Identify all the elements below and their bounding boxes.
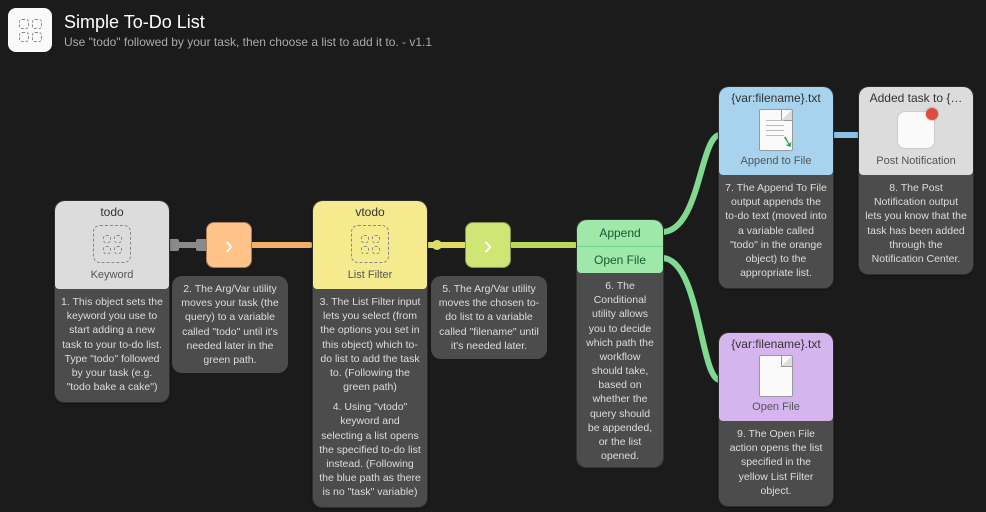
workflow-subtitle: Use "todo" followed by your task, then c… [64,35,432,49]
node-title: todo [59,205,165,219]
post-notification-node[interactable]: Added task to {… Post Notification 8. Th… [858,86,974,275]
node-title: vtodo [317,205,423,219]
keyword-icon [93,225,131,263]
cond-option-openfile[interactable]: Open File [577,246,663,273]
node-caption: Post Notification [863,155,969,169]
transform-icon: › [225,230,234,261]
workflow-icon [8,8,52,52]
argvar-node-2[interactable]: › [465,222,511,268]
node-desc-4: 4. Using "vtodo" keyword and selecting a… [313,398,427,503]
header: Simple To-Do List Use "todo" followed by… [0,0,986,60]
file-icon [759,355,793,397]
node-caption: List Filter [317,269,423,283]
argvar-1-desc: 2. The Arg/Var utility moves your task (… [172,276,288,373]
node-title: Added task to {… [863,91,969,105]
badge-dot-icon [926,108,938,120]
list-filter-icon [351,225,389,263]
conditional-node[interactable]: Append Open File 6. The Conditional util… [576,219,664,468]
transform-icon: › [484,230,493,261]
node-desc: 8. The Post Notification output lets you… [859,175,973,270]
node-title: {var:filename}.txt [723,337,829,351]
list-filter-node[interactable]: vtodo List Filter 3. The List Filter inp… [312,200,428,508]
node-desc: 9. The Open File action opens the list s… [719,421,833,502]
node-desc: 7. The Append To File output appends the… [719,175,833,284]
open-file-node[interactable]: {var:filename}.txt Open File 9. The Open… [718,332,834,507]
node-desc: 1. This object sets the keyword you use … [55,289,169,398]
port-out [432,240,442,250]
node-caption: Keyword [59,269,165,283]
node-title: {var:filename}.txt [723,91,829,105]
argvar-node-1[interactable]: › [206,222,252,268]
node-desc-3: 3. The List Filter input lets you select… [313,289,427,398]
node-caption: Open File [723,401,829,415]
notification-icon [897,111,935,149]
node-caption: Append to File [723,155,829,169]
file-append-icon: ➘ [759,109,793,151]
keyword-node[interactable]: todo Keyword 1. This object sets the key… [54,200,170,403]
node-desc: 6. The Conditional utility allows you to… [577,273,663,467]
cond-option-append[interactable]: Append [577,220,663,246]
grid-icon [19,19,42,42]
append-to-file-node[interactable]: {var:filename}.txt ➘ Append to File 7. T… [718,86,834,289]
argvar-2-desc: 5. The Arg/Var utility moves the chosen … [431,276,547,359]
workflow-title: Simple To-Do List [64,12,432,33]
